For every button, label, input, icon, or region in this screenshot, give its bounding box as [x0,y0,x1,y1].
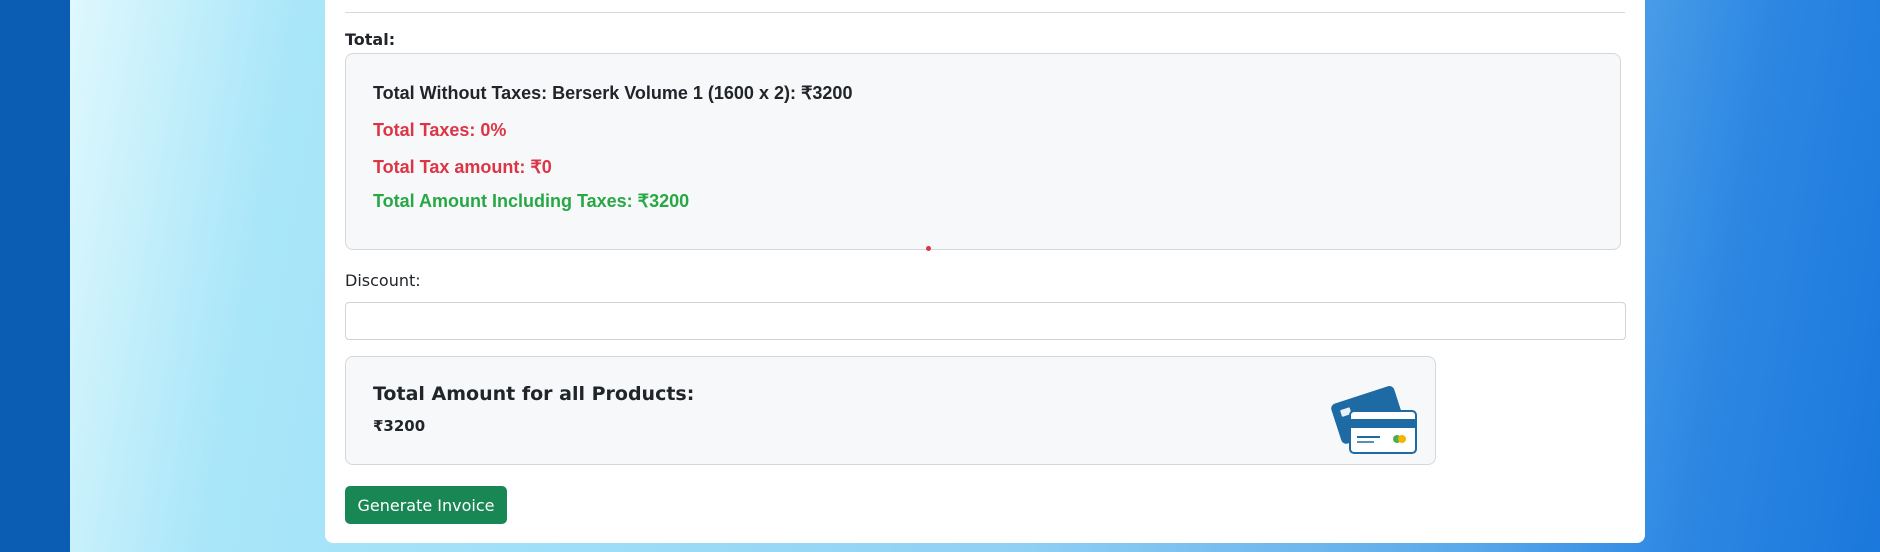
summary-amount: ₹3200 [373,417,426,435]
page-left-edge [0,0,70,552]
credit-card-icon [1331,386,1417,454]
discount-input[interactable] [345,302,1626,340]
dot-marker [926,246,931,251]
invoice-card: Total: Total Without Taxes: Berserk Volu… [325,0,1645,543]
total-including-taxes: Total Amount Including Taxes: ₹3200 [373,191,690,211]
total-tax-amount: Total Tax amount: ₹0 [373,157,552,177]
summary-panel: Total Amount for all Products: ₹3200 [345,356,1436,465]
total-without-taxes: Total Without Taxes: Berserk Volume 1 (1… [373,83,853,103]
total-breakdown-panel: Total Without Taxes: Berserk Volume 1 (1… [345,53,1621,251]
discount-label: Discount: [345,271,421,290]
total-taxes: Total Taxes: 0% [373,120,507,140]
generate-invoice-button[interactable]: Generate Invoice [345,486,507,524]
divider [345,12,1625,13]
total-label: Total: [345,30,396,49]
summary-title: Total Amount for all Products: [373,383,695,405]
